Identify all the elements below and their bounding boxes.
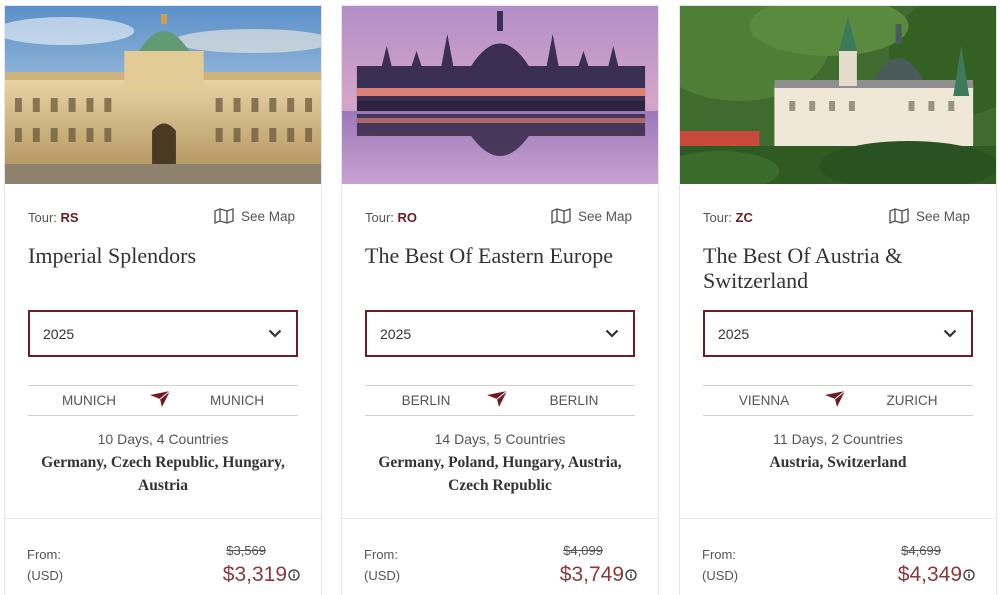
see-map-link[interactable]: See Map — [214, 208, 295, 224]
duration-and-country-count: 14 Days, 5 Countries — [434, 431, 566, 447]
divider — [342, 518, 658, 519]
tour-label: Tour: — [703, 210, 732, 225]
year-select[interactable]: 2025 — [28, 310, 298, 357]
info-icon[interactable] — [963, 569, 975, 581]
map-icon — [889, 208, 909, 224]
chevron-down-icon — [268, 329, 282, 338]
route: MUNICH MUNICH — [28, 385, 298, 416]
tour-code: Tour: ZC — [703, 210, 753, 225]
original-price: $4,699 — [901, 543, 941, 558]
sale-price: $3,319 — [222, 563, 287, 586]
map-icon — [214, 208, 234, 224]
route-start-city: VIENNA — [738, 393, 790, 408]
divider — [5, 518, 321, 519]
see-map-link[interactable]: See Map — [551, 208, 632, 224]
tour-label: Tour: — [28, 210, 57, 225]
price-from-label: From: (USD) — [364, 544, 400, 586]
tour-title[interactable]: Imperial Splendors — [28, 243, 301, 268]
tour-card[interactable]: Tour: ZC See Map The Best Of Austria & S… — [679, 5, 997, 595]
year-select-value: 2025 — [43, 325, 75, 342]
route-end-city: MUNICH — [210, 393, 264, 408]
chevron-down-icon — [605, 329, 619, 338]
route-end-city: BERLIN — [549, 393, 599, 408]
tour-card[interactable]: Tour: RS See Map Imperial Splendors 2025… — [4, 5, 322, 595]
original-price: $3,569 — [226, 543, 266, 558]
plane-icon — [487, 390, 508, 407]
year-select-value: 2025 — [718, 325, 750, 342]
plane-icon — [150, 390, 171, 407]
from-label: From: — [702, 547, 736, 562]
tour-image-hofburg-palace[interactable] — [5, 6, 321, 184]
tour-code-value: RS — [60, 210, 79, 225]
chevron-down-icon — [943, 329, 957, 338]
price-from-label: From: (USD) — [27, 544, 63, 586]
tour-label: Tour: — [365, 210, 394, 225]
tour-image-budapest-parliament[interactable] — [342, 6, 658, 184]
route-start-city: MUNICH — [62, 393, 116, 408]
duration-and-country-count: 11 Days, 2 Countries — [773, 431, 903, 447]
tour-code: Tour: RO — [365, 210, 417, 225]
price-from-label: From: (USD) — [702, 544, 738, 586]
tour-code-value: ZC — [735, 210, 753, 225]
year-select[interactable]: 2025 — [703, 310, 973, 357]
sale-price: $3,749 — [559, 563, 624, 586]
duration-and-country-count: 10 Days, 4 Countries — [97, 431, 229, 447]
tour-info-row: Tour: ZC See Map — [703, 208, 970, 228]
original-price: $4,099 — [563, 543, 603, 558]
see-map-label: See Map — [577, 208, 632, 224]
info-icon[interactable] — [625, 569, 637, 581]
tour-title[interactable]: The Best Of Austria & Switzerland — [703, 243, 976, 293]
tour-image-salzburg[interactable] — [680, 6, 996, 184]
route: VIENNA ZURICH — [703, 385, 973, 416]
see-map-link[interactable]: See Map — [889, 208, 970, 224]
currency-label: (USD) — [702, 568, 739, 583]
year-select[interactable]: 2025 — [365, 310, 635, 357]
route: BERLIN BERLIN — [365, 385, 635, 416]
tour-info-row: Tour: RS See Map — [28, 208, 295, 228]
year-select-value: 2025 — [380, 325, 412, 342]
route-start-city: BERLIN — [401, 393, 451, 408]
from-label: From: — [27, 547, 61, 562]
countries-list: Austria, Switzerland — [769, 454, 907, 471]
countries-list: Germany, Czech Republic, Hungary, Austri… — [41, 454, 285, 494]
currency-label: (USD) — [27, 568, 64, 583]
sale-price: $4,349 — [897, 563, 962, 586]
tour-title[interactable]: The Best Of Eastern Europe — [365, 243, 638, 268]
tour-code-value: RO — [397, 210, 418, 225]
see-map-label: See Map — [915, 208, 970, 224]
tour-info-row: Tour: RO See Map — [365, 208, 632, 228]
map-icon — [551, 208, 571, 224]
currency-label: (USD) — [364, 568, 401, 583]
see-map-label: See Map — [240, 208, 295, 224]
countries-list: Germany, Poland, Hungary, Austria, Czech… — [378, 454, 622, 494]
tour-code: Tour: RS — [28, 210, 79, 225]
from-label: From: — [364, 547, 398, 562]
info-icon[interactable] — [288, 569, 300, 581]
route-end-city: ZURICH — [886, 393, 938, 408]
plane-icon — [825, 390, 846, 407]
tour-card[interactable]: Tour: RO See Map The Best Of Eastern Eur… — [341, 5, 659, 595]
divider — [680, 518, 996, 519]
